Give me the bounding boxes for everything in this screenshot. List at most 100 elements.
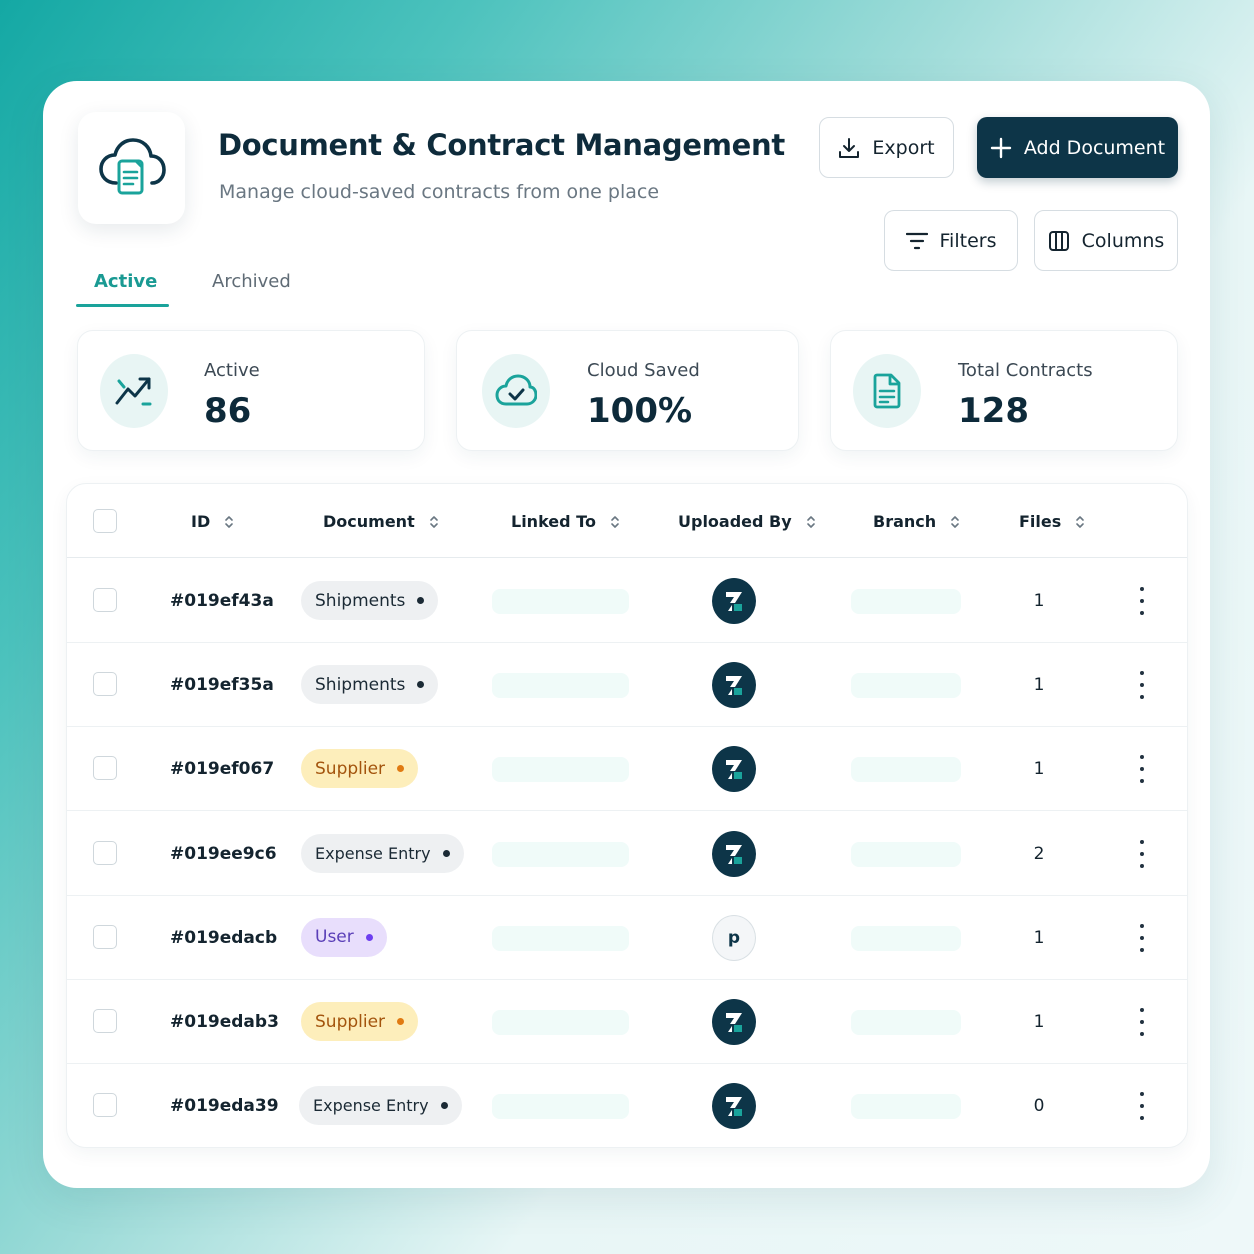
column-header-label: Uploaded By <box>678 512 792 531</box>
row-id: #019ee9c6 <box>170 843 277 864</box>
row-checkbox[interactable] <box>93 924 117 949</box>
filters-button[interactable]: Filters <box>884 210 1018 271</box>
row-checkbox[interactable] <box>93 588 117 612</box>
document-type-badge[interactable]: Expense Entry <box>301 833 464 873</box>
app-logo <box>78 112 185 224</box>
tab-active[interactable]: Active <box>94 271 157 292</box>
row-files-count: 2 <box>1033 843 1045 864</box>
stat-icon-bg <box>853 354 921 428</box>
document-type-label: Expense Entry <box>313 1096 429 1116</box>
kebab-dot <box>1140 683 1144 688</box>
table-row[interactable]: #019eda39 Expense Entry 0 <box>67 1064 1187 1148</box>
sort-icon <box>806 515 815 528</box>
table-row[interactable]: #019ef067 Supplier 1 <box>67 727 1187 812</box>
row-checkbox[interactable] <box>93 756 117 781</box>
export-button[interactable]: Export <box>819 117 954 178</box>
status-dot-icon <box>417 681 425 689</box>
tab-archived[interactable]: Archived <box>212 271 291 292</box>
kebab-dot <box>1140 947 1144 952</box>
row-menu-icon[interactable] <box>1138 587 1146 615</box>
stat-label: Cloud Saved <box>587 360 700 381</box>
row-id: #019eda39 <box>170 1096 279 1117</box>
add-document-label: Add Document <box>1023 136 1166 159</box>
table-row[interactable]: #019edacb User p 1 <box>67 896 1187 980</box>
branch-placeholder <box>851 1010 961 1035</box>
brand-logo-icon <box>726 676 742 696</box>
column-header-linked-to[interactable]: Linked To <box>511 512 620 531</box>
columns-label: Columns <box>1081 229 1165 252</box>
document-type-badge[interactable]: Supplier <box>301 1002 419 1041</box>
stat-value: 128 <box>958 391 1029 431</box>
brand-logo-icon <box>726 1013 742 1032</box>
row-checkbox[interactable] <box>93 1009 117 1033</box>
table-row[interactable]: #019ef35a Shipments 1 <box>67 643 1187 728</box>
document-type-badge[interactable]: Supplier <box>301 749 419 789</box>
branch-placeholder <box>851 1094 961 1120</box>
column-header-label: Document <box>323 512 415 531</box>
brand-logo-icon <box>726 592 742 611</box>
filters-label: Filters <box>939 229 997 252</box>
status-dot-icon <box>442 849 450 857</box>
page-subtitle: Manage cloud-saved contracts from one pl… <box>219 181 660 203</box>
kebab-dot <box>1140 935 1144 940</box>
document-type-label: Supplier <box>315 758 386 779</box>
row-files-count: 1 <box>1033 1012 1045 1032</box>
column-header-id[interactable]: ID <box>191 512 234 531</box>
stat-icon-bg <box>100 354 168 428</box>
kebab-dot <box>1140 611 1144 615</box>
column-header-document[interactable]: Document <box>323 512 439 531</box>
sort-icon <box>611 515 619 528</box>
column-header-uploaded-by[interactable]: Uploaded By <box>678 512 816 531</box>
select-all-checkbox[interactable] <box>93 509 117 533</box>
column-header-files[interactable]: Files <box>1019 512 1085 531</box>
kebab-dot <box>1140 863 1144 868</box>
row-checkbox[interactable] <box>93 840 117 865</box>
branch-placeholder <box>851 841 961 867</box>
stat-value: 100% <box>587 391 693 431</box>
branch-placeholder <box>851 673 961 699</box>
stat-label: Total Contracts <box>958 360 1093 381</box>
status-dot-icon <box>397 765 405 773</box>
row-checkbox[interactable] <box>93 672 117 697</box>
document-type-badge[interactable]: User <box>301 917 387 957</box>
stat-value: 86 <box>204 391 252 431</box>
table-row[interactable]: #019ef43a Shipments 1 <box>67 559 1187 643</box>
kebab-dot <box>1140 1092 1144 1097</box>
linked-to-placeholder <box>492 1094 629 1120</box>
uploader-avatar <box>712 578 756 624</box>
table-row[interactable]: #019ee9c6 Expense Entry 2 <box>67 812 1187 896</box>
branch-placeholder <box>851 589 961 614</box>
row-menu-icon[interactable] <box>1138 755 1146 784</box>
row-menu-icon[interactable] <box>1138 671 1146 700</box>
stat-label: Active <box>204 360 260 381</box>
row-menu-icon[interactable] <box>1138 1092 1146 1121</box>
column-header-branch[interactable]: Branch <box>873 512 960 531</box>
kebab-dot <box>1140 1116 1144 1121</box>
table-row[interactable]: #019edab3 Supplier 1 <box>67 980 1187 1064</box>
linked-to-placeholder <box>492 1010 629 1035</box>
avatar-initial: p <box>727 927 741 948</box>
stat-card-active: Active 86 <box>77 330 425 451</box>
row-menu-icon[interactable] <box>1138 1008 1146 1036</box>
sort-icon <box>951 515 959 528</box>
row-checkbox[interactable] <box>93 1093 117 1118</box>
document-type-badge[interactable]: Shipments <box>301 665 439 705</box>
columns-button[interactable]: Columns <box>1034 210 1178 271</box>
sort-icon <box>225 515 234 528</box>
document-type-badge[interactable]: Shipments <box>301 581 439 620</box>
cloud-document-icon <box>98 138 166 195</box>
download-icon <box>839 137 860 158</box>
row-menu-icon[interactable] <box>1138 923 1146 952</box>
row-menu-icon[interactable] <box>1138 839 1146 868</box>
kebab-dot <box>1140 671 1144 676</box>
row-files-count: 1 <box>1033 927 1045 948</box>
add-document-button[interactable]: Add Document <box>977 117 1178 178</box>
uploader-avatar: p <box>712 914 756 961</box>
uploader-avatar <box>712 662 756 709</box>
stat-card-total-contracts: Total Contracts 128 <box>830 330 1178 451</box>
uploader-avatar <box>712 1083 756 1130</box>
trending-up-icon <box>115 377 152 406</box>
cloud-check-icon <box>495 374 537 406</box>
document-type-badge[interactable]: Expense Entry <box>299 1086 462 1126</box>
document-type-label: Shipments <box>315 674 406 695</box>
